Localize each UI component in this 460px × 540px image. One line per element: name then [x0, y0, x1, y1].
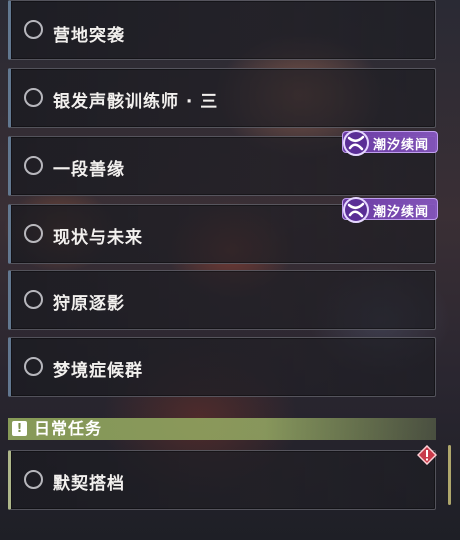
quest-status-circle	[24, 357, 43, 376]
quest-status-circle	[24, 20, 43, 39]
quest-status-circle	[24, 156, 43, 175]
tide-emblem-icon	[343, 130, 369, 156]
quest-status-circle	[24, 290, 43, 309]
quest-status-circle	[24, 88, 43, 107]
quest-status-circle	[24, 224, 43, 243]
red-alert-icon	[417, 445, 437, 465]
daily-quests-label: 日常任务	[34, 419, 103, 438]
quest-item[interactable]: 梦境症候群	[8, 337, 436, 397]
quest-item[interactable]: 营地突袭	[8, 0, 436, 60]
quest-title: 一段善缘	[53, 160, 125, 180]
quest-title: 现状与未来	[53, 228, 143, 248]
quest-tag-label: 潮汐续闻	[373, 138, 430, 153]
quest-title: 狩原逐影	[53, 294, 125, 314]
quest-item[interactable]: 狩原逐影	[8, 270, 436, 330]
quest-title: 默契搭档	[53, 474, 125, 494]
exclamation-icon: !	[12, 421, 27, 436]
quest-title: 梦境症候群	[53, 361, 143, 381]
quest-item[interactable]: 默契搭档	[8, 450, 436, 510]
quest-tag: 潮汐续闻	[342, 130, 438, 156]
quest-tag: 潮汐续闻	[342, 197, 438, 223]
quest-item[interactable]: 银发声骸训练师 · 三	[8, 68, 436, 128]
daily-quests-header[interactable]: ! 日常任务	[8, 418, 436, 440]
quest-title: 营地突袭	[53, 26, 125, 46]
quest-status-circle	[24, 470, 43, 489]
tide-emblem-icon	[343, 197, 369, 223]
quest-tag-label: 潮汐续闻	[373, 205, 430, 220]
scrollbar-thumb[interactable]	[448, 445, 451, 505]
quest-title: 银发声骸训练师 · 三	[53, 92, 219, 112]
